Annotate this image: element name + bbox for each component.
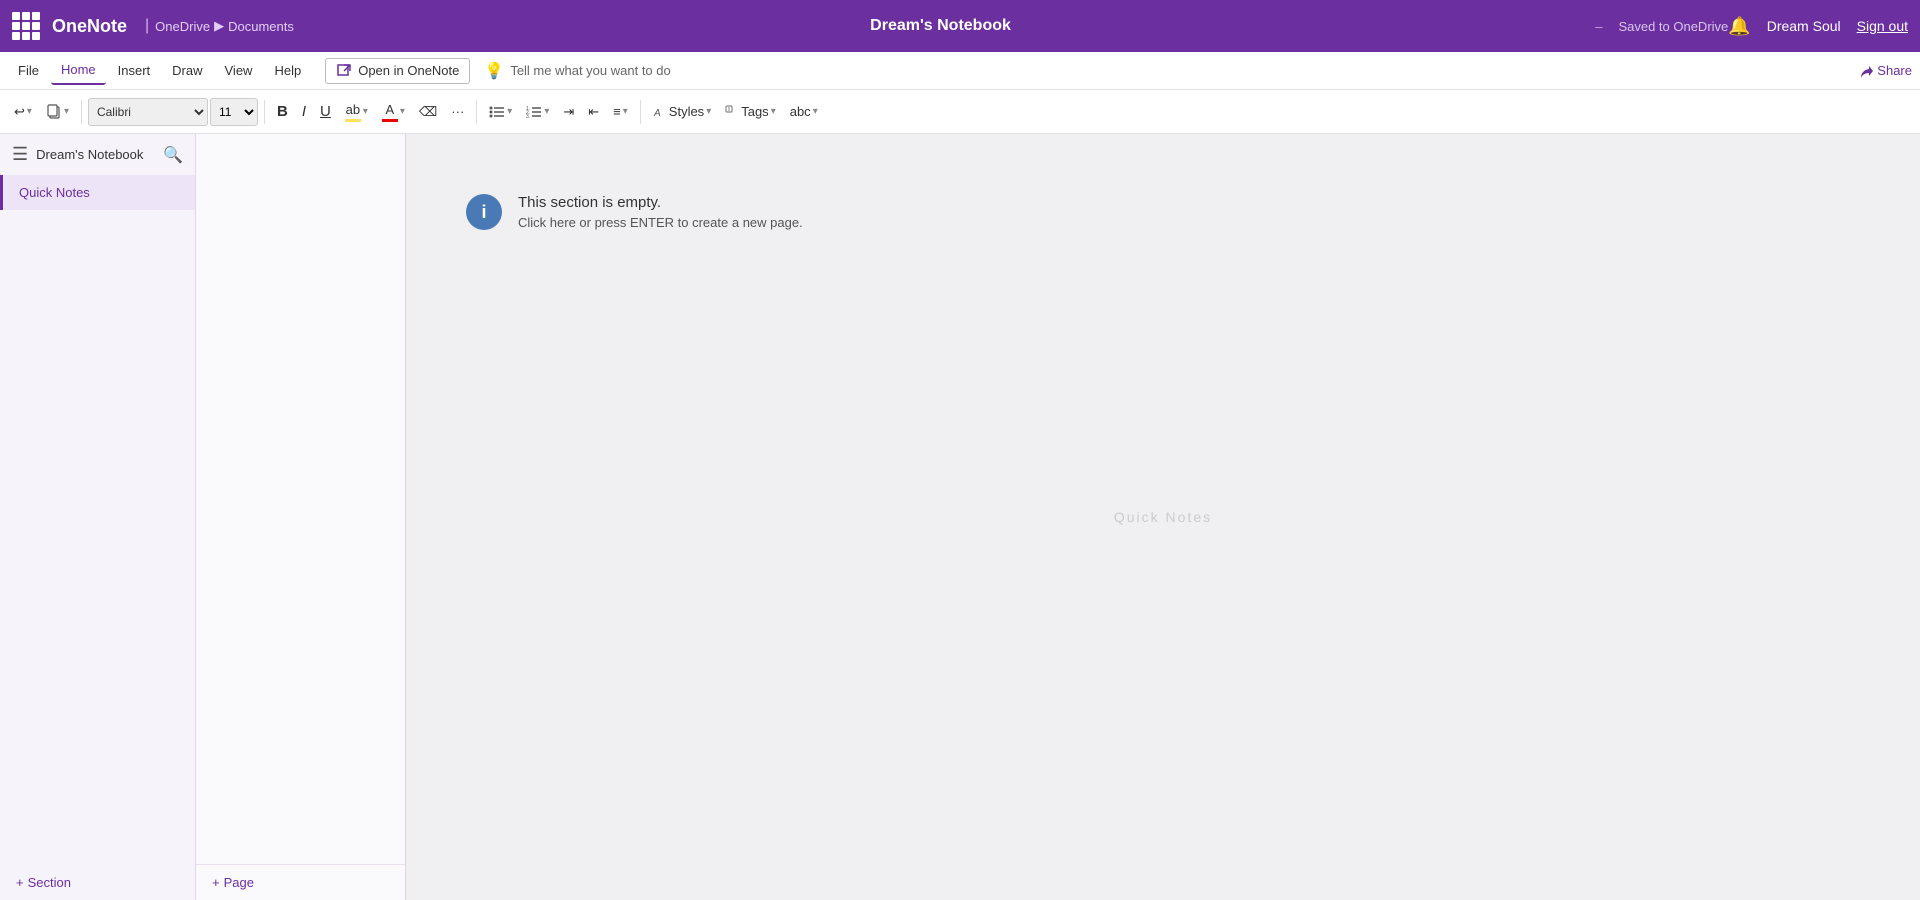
toolbar: ↩▾ ▾ Calibri Arial Times New Roman 11 12… bbox=[0, 90, 1920, 134]
bell-icon[interactable]: 🔔 bbox=[1728, 16, 1750, 37]
title-bar: OneNote | OneDrive ▶ Documents Dream's N… bbox=[0, 0, 1920, 52]
svg-text:A: A bbox=[653, 108, 661, 119]
content-area[interactable]: i This section is empty. Click here or p… bbox=[406, 134, 1920, 900]
clipboard-icon bbox=[46, 104, 62, 120]
toolbar-sep-3 bbox=[476, 100, 477, 124]
breadcrumb-onedrive[interactable]: OneDrive bbox=[155, 19, 210, 34]
sidebar-notebooks: ☰ Dream's Notebook 🔍 Quick Notes + Secti… bbox=[0, 134, 196, 900]
font-size-selector[interactable]: 11 12 14 16 bbox=[210, 98, 258, 126]
tell-me-text: Tell me what you want to do bbox=[510, 63, 670, 78]
add-section-icon: + bbox=[16, 875, 24, 890]
numbered-list-button[interactable]: 1.2.3. ▾ bbox=[520, 101, 555, 123]
user-name[interactable]: Dream Soul bbox=[1767, 18, 1841, 34]
add-page-button[interactable]: + Page bbox=[196, 864, 405, 900]
font-family-selector[interactable]: Calibri Arial Times New Roman bbox=[88, 98, 208, 126]
notebook-title: Dream's Notebook bbox=[294, 17, 1587, 35]
info-icon: i bbox=[466, 194, 502, 230]
breadcrumb: OneDrive ▶ Documents bbox=[155, 18, 294, 34]
app-name: OneNote bbox=[52, 16, 127, 37]
menu-view[interactable]: View bbox=[215, 57, 263, 84]
alignment-button[interactable]: ≡▾ bbox=[607, 100, 634, 123]
toolbar-sep-4 bbox=[640, 100, 641, 124]
tags-icon bbox=[725, 105, 739, 119]
add-page-icon: + bbox=[212, 875, 220, 890]
toolbar-sep-1 bbox=[81, 100, 82, 124]
empty-section-message: i This section is empty. Click here or p… bbox=[466, 194, 803, 230]
lightbulb-icon: 💡 bbox=[484, 61, 504, 81]
tags-button[interactable]: Tags ▾ bbox=[719, 100, 782, 123]
styles-label: Styles bbox=[669, 104, 704, 119]
add-page-label: Page bbox=[224, 875, 254, 890]
numbered-icon: 1.2.3. bbox=[526, 105, 542, 119]
main-layout: ☰ Dream's Notebook 🔍 Quick Notes + Secti… bbox=[0, 134, 1920, 900]
hamburger-icon[interactable]: ☰ bbox=[12, 144, 28, 165]
breadcrumb-separator: | bbox=[145, 17, 149, 35]
sign-out-button[interactable]: Sign out bbox=[1857, 18, 1908, 34]
menu-insert[interactable]: Insert bbox=[108, 57, 161, 84]
add-section-label: Section bbox=[28, 875, 71, 890]
clipboard-button[interactable]: ▾ bbox=[40, 100, 75, 124]
search-icon[interactable]: 🔍 bbox=[163, 145, 183, 165]
tags-label: Tags bbox=[741, 104, 768, 119]
menu-file[interactable]: File bbox=[8, 57, 49, 84]
content-watermark: Quick Notes bbox=[1114, 509, 1212, 525]
empty-section-subtitle: Click here or press ENTER to create a ne… bbox=[518, 215, 803, 230]
open-in-onenote-button[interactable]: Open in OneNote bbox=[325, 58, 470, 84]
save-status: Saved to OneDrive bbox=[1618, 19, 1728, 34]
pages-content bbox=[196, 134, 405, 864]
add-section-button[interactable]: + Section bbox=[0, 865, 195, 900]
open-in-onenote-label: Open in OneNote bbox=[358, 63, 459, 78]
list-group: ▾ 1.2.3. ▾ ⇥ ⇤ ≡▾ bbox=[483, 100, 634, 124]
share-button[interactable]: Share bbox=[1859, 63, 1912, 78]
sidebar-header: ☰ Dream's Notebook 🔍 bbox=[0, 134, 195, 175]
spell-check-label: abc bbox=[790, 104, 811, 119]
more-format-button[interactable]: ··· bbox=[445, 100, 470, 123]
quicknotes-label: Quick Notes bbox=[19, 185, 90, 200]
share-label: Share bbox=[1877, 63, 1912, 78]
indent-less-button[interactable]: ⇤ bbox=[582, 100, 605, 124]
highlight-button[interactable]: ab ▾ bbox=[339, 98, 374, 126]
menu-draw[interactable]: Draw bbox=[162, 57, 212, 84]
styles-button[interactable]: A Styles ▾ bbox=[647, 100, 717, 123]
sidebar-pages: + Page bbox=[196, 134, 406, 900]
menu-bar: File Home Insert Draw View Help Open in … bbox=[0, 52, 1920, 90]
title-right: 🔔 Dream Soul Sign out bbox=[1728, 16, 1908, 37]
menu-home[interactable]: Home bbox=[51, 56, 106, 85]
bullets-button[interactable]: ▾ bbox=[483, 101, 518, 123]
toolbar-sep-2 bbox=[264, 100, 265, 124]
sidebar-notebook-label: Dream's Notebook bbox=[36, 147, 155, 162]
open-external-icon bbox=[336, 63, 352, 79]
app-grid-icon[interactable] bbox=[12, 12, 40, 40]
bold-button[interactable]: B bbox=[271, 99, 294, 124]
font-group: Calibri Arial Times New Roman 11 12 14 1… bbox=[88, 98, 258, 126]
styles-tags-group: A Styles ▾ Tags ▾ abc ▾ bbox=[647, 100, 824, 123]
spell-check-button[interactable]: abc ▾ bbox=[784, 100, 824, 123]
breadcrumb-arrow-icon: ▶ bbox=[214, 18, 224, 34]
bullets-icon bbox=[489, 105, 505, 119]
styles-icon: A bbox=[653, 105, 667, 119]
svg-text:3.: 3. bbox=[526, 114, 530, 119]
underline-button[interactable]: U bbox=[314, 99, 337, 124]
share-icon bbox=[1859, 64, 1873, 78]
italic-button[interactable]: I bbox=[296, 99, 312, 124]
empty-section-title: This section is empty. bbox=[518, 194, 803, 211]
indent-more-button[interactable]: ⇥ bbox=[557, 100, 580, 124]
breadcrumb-documents[interactable]: Documents bbox=[228, 19, 294, 34]
menu-help[interactable]: Help bbox=[264, 57, 311, 84]
format-group: B I U ab ▾ A ▾ ⌫ ··· bbox=[271, 98, 470, 126]
eraser-button[interactable]: ⌫ bbox=[413, 100, 443, 124]
empty-message-text: This section is empty. Click here or pre… bbox=[518, 194, 803, 230]
font-color-button[interactable]: A ▾ bbox=[376, 98, 411, 126]
title-dash: – bbox=[1595, 19, 1602, 34]
undo-button[interactable]: ↩▾ bbox=[8, 100, 38, 124]
sidebar-item-quicknotes[interactable]: Quick Notes bbox=[0, 175, 195, 210]
tell-me-area[interactable]: 💡 Tell me what you want to do bbox=[472, 57, 682, 85]
undo-redo-group: ↩▾ ▾ bbox=[8, 100, 75, 124]
